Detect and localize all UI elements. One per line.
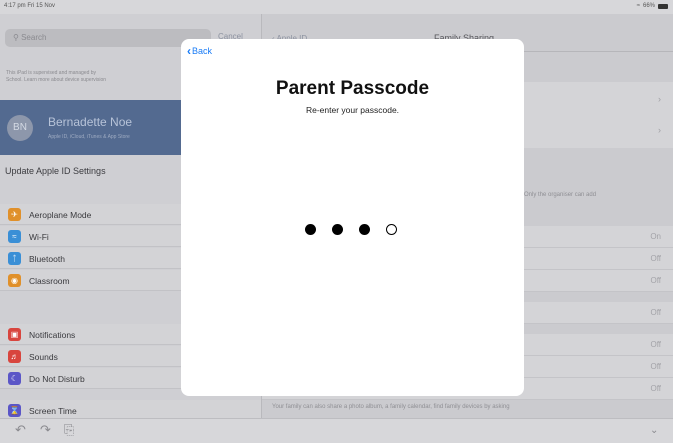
wifi-icon: ≈ [636,3,640,9]
keyboard-shortcut-bar: ↶ ↷ ⎘ ⌄ [0,418,673,443]
status-time: 4:17 pm Fri 15 Nov [4,3,56,9]
passcode-dot-filled [332,224,343,235]
classroom-icon: ◉ [8,274,21,287]
wifi-icon: ≈ [8,230,21,243]
parent-passcode-dialog: ‹ Back Parent Passcode Re-enter your pas… [181,39,524,396]
sidebar-item-screen-time[interactable]: ⌛ Screen Time [0,400,261,418]
family-footer-text: Your family can also share a photo album… [272,404,510,410]
status-bar: 4:17 pm Fri 15 Nov ≈ 66% [0,0,673,14]
paste-icon[interactable]: ⎘ [64,422,74,438]
update-apple-id-settings[interactable]: Update Apple ID Settings [5,166,106,176]
avatar: BN [7,115,33,141]
battery-icon [658,3,668,9]
passcode-indicator [305,224,397,235]
search-placeholder: Search [21,33,47,42]
undo-icon[interactable]: ↶ [15,422,26,438]
sounds-icon: ♬ [8,350,21,363]
chevron-left-icon: ‹ [187,43,191,58]
profile-subtitle: Apple ID, iCloud, iTunes & App Store [48,134,130,140]
hourglass-icon: ⌛ [8,404,21,417]
battery-percent: 66% [642,3,655,9]
profile-name: Bernadette Noe [48,115,133,129]
moon-icon: ☾ [8,372,21,385]
chevron-right-icon: › [658,94,661,104]
dialog-title: Parent Passcode [275,78,430,99]
redo-icon[interactable]: ↷ [40,422,51,438]
passcode-dot-filled [305,224,316,235]
airplane-icon: ✈ [8,208,21,221]
notifications-icon: ▣ [8,328,21,341]
chevron-right-icon: › [658,125,661,135]
back-label: Back [192,46,213,56]
search-input[interactable]: ⚲ Search [5,29,211,47]
search-icon: ⚲ [13,33,19,42]
passcode-dot-empty [386,224,397,235]
hide-keyboard-icon[interactable]: ⌄ [650,425,658,436]
back-button[interactable]: ‹ Back [187,43,213,58]
dialog-subtitle: Re-enter your passcode. [305,105,400,115]
passcode-dot-filled [359,224,370,235]
organiser-note: Only the organiser can add [524,192,597,198]
bluetooth-icon: ᛏ [8,252,21,265]
